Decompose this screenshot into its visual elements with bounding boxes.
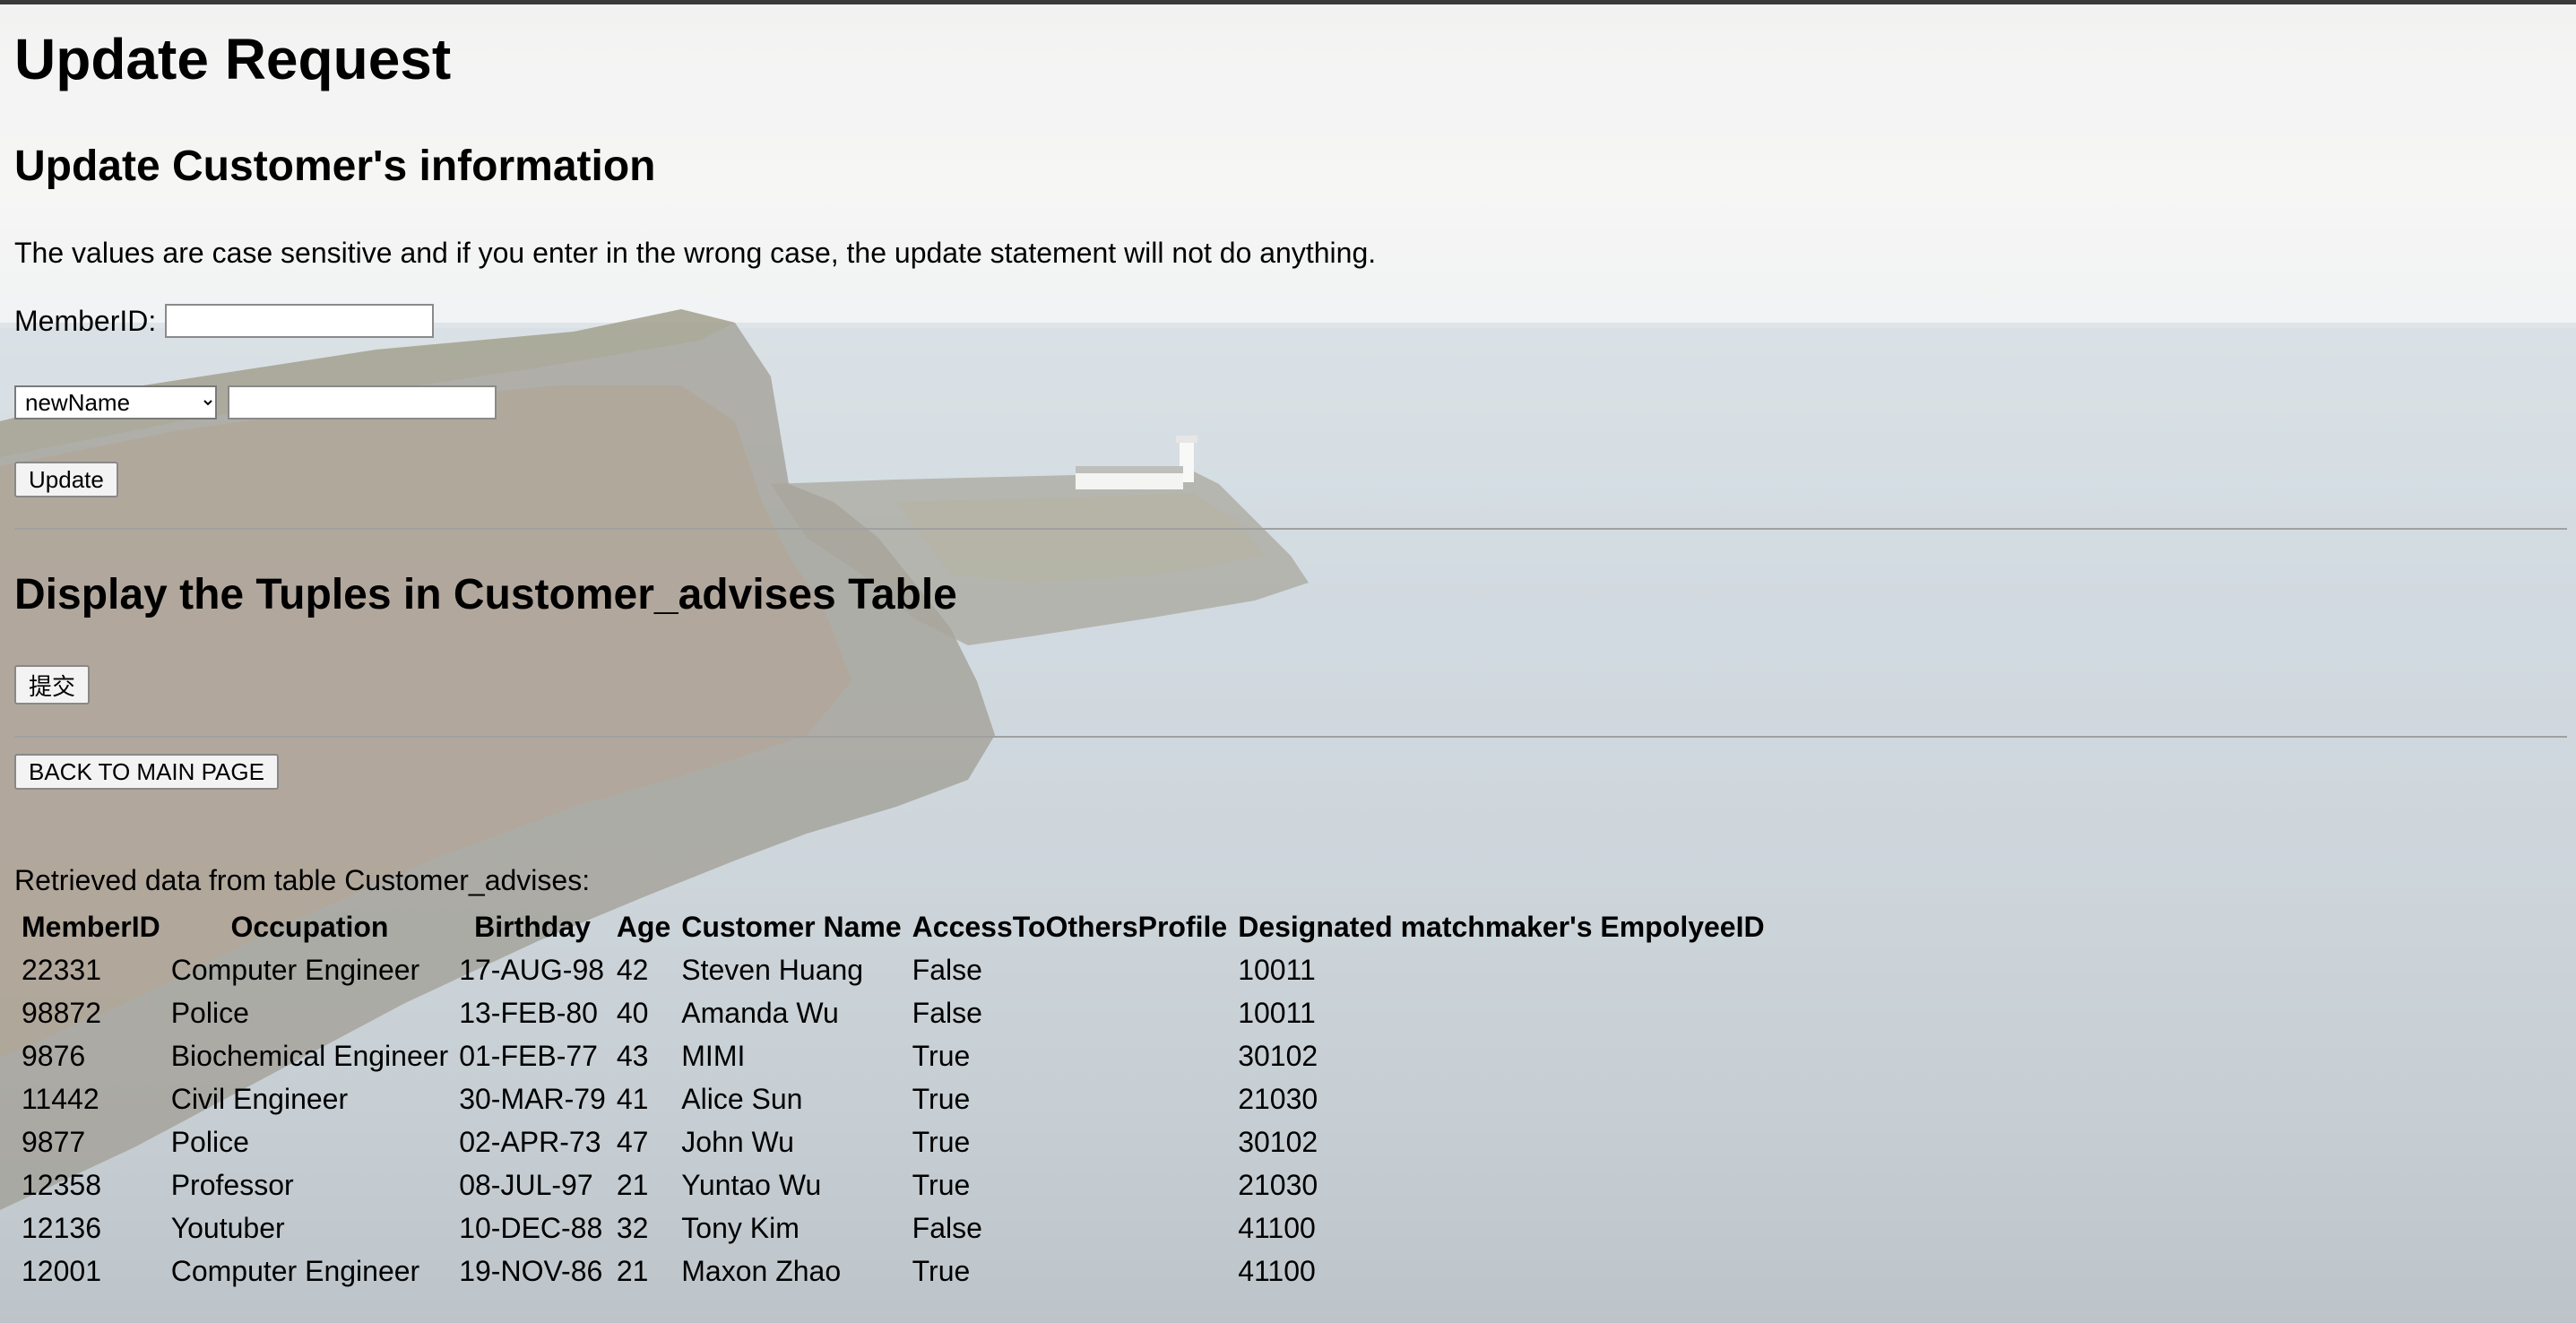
table-row: 12136 Youtuber 10-DEC-88 32 Tony Kim False 411… <box>18 1208 1768 1248</box>
table-row: 12358 Professor 08-JUL-97 21 Yuntao Wu True 21… <box>18 1165 1768 1205</box>
column-header-birthday: Birthday <box>474 911 591 943</box>
column-header-access: AccessToOthersProfile <box>912 911 1228 943</box>
table-cell-access: True <box>912 1126 971 1158</box>
memberid-input[interactable] <box>165 304 435 338</box>
table-cell-occupation: Professor <box>170 1169 294 1201</box>
table-cell-matchmaker-id: 21030 <box>1238 1169 1318 1201</box>
update-button[interactable]: Update <box>14 462 118 497</box>
table-cell-age: 41 <box>616 1083 649 1115</box>
table-cell-birthday: 02-APR-73 <box>459 1126 601 1158</box>
table-cell-birthday: 08-JUL-97 <box>459 1169 593 1201</box>
table-cell-occupation: Biochemical Engineer <box>170 1040 449 1072</box>
table-cell-occupation: Police <box>170 997 249 1029</box>
table-cell-matchmaker-id: 21030 <box>1238 1083 1318 1115</box>
table-cell-age: 21 <box>616 1169 649 1201</box>
table-cell-occupation: Computer Engineer <box>170 954 420 986</box>
window-top-border <box>0 0 2576 4</box>
table-cell-access: True <box>912 1169 971 1201</box>
table-cell-matchmaker-id: 41100 <box>1238 1212 1316 1244</box>
display-submit-row: 提交 <box>14 665 91 705</box>
table-cell-memberid: 12358 <box>22 1169 101 1201</box>
memberid-row: MemberID: <box>14 303 435 339</box>
table-cell-access: True <box>912 1083 971 1115</box>
table-cell-birthday: 17-AUG-98 <box>459 954 605 986</box>
column-header-occupation: Occupation <box>230 911 389 943</box>
table-cell-memberid: 12136 <box>22 1212 101 1244</box>
display-submit-button[interactable]: 提交 <box>14 665 91 705</box>
table-row: 12001 Computer Engineer 19-NOV-86 21 Maxon Z… <box>18 1251 1768 1291</box>
table-cell-matchmaker-id: 30102 <box>1238 1126 1318 1158</box>
table-body: 22331 Computer Engineer 17-AUG-98 42 Steven … <box>18 950 1768 1291</box>
table-cell-matchmaker-id: 10011 <box>1238 997 1316 1029</box>
update-attribute-row: newName <box>14 385 497 419</box>
table-cell-memberid: 22331 <box>22 954 101 986</box>
table-cell-occupation: Civil Engineer <box>170 1083 349 1115</box>
retrieved-data-caption: Retrieved data from table Customer_advis… <box>14 864 591 896</box>
table-cell-matchmaker-id: 41100 <box>1238 1255 1316 1287</box>
update-section-heading: Update Customer's information <box>14 143 656 190</box>
table-cell-birthday: 30-MAR-79 <box>459 1083 606 1115</box>
table-cell-age: 21 <box>616 1255 649 1287</box>
table-cell-memberid: 12001 <box>22 1255 101 1287</box>
table-row: 11442 Civil Engineer 30-MAR-79 41 Alice Sun T… <box>18 1079 1768 1119</box>
column-header-age: Age <box>616 911 671 943</box>
table-cell-access: True <box>912 1255 971 1287</box>
table-cell-matchmaker-id: 30102 <box>1238 1040 1318 1072</box>
table-cell-access: False <box>912 997 982 1029</box>
attribute-select[interactable]: newName <box>14 385 217 419</box>
back-to-main-button[interactable]: BACK TO MAIN PAGE <box>14 754 279 790</box>
memberid-label: MemberID: <box>14 305 157 337</box>
table-cell-birthday: 13-FEB-80 <box>459 997 598 1029</box>
table-row: 9876 Biochemical Engineer 01-FEB-77 43 MIMI T… <box>18 1036 1768 1076</box>
column-header-matchmaker-id: Designated matchmaker's EmpolyeeID <box>1238 911 1765 943</box>
table-cell-memberid: 98872 <box>22 997 101 1029</box>
case-sensitivity-note: The values are case sensitive and if you… <box>14 237 1377 269</box>
table-row: 9877 Police 02-APR-73 47 John Wu True 30102 <box>18 1122 1768 1162</box>
section-divider-2 <box>14 736 2567 738</box>
table-cell-memberid: 9876 <box>22 1040 86 1072</box>
table-cell-matchmaker-id: 10011 <box>1238 954 1316 986</box>
table-cell-age: 42 <box>616 954 649 986</box>
table-cell-memberid: 9877 <box>22 1126 86 1158</box>
table-cell-customer-name: Alice Sun <box>681 1083 803 1115</box>
back-button-row: BACK TO MAIN PAGE <box>14 754 279 790</box>
table-cell-customer-name: MIMI <box>681 1040 746 1072</box>
table-cell-customer-name: Maxon Zhao <box>681 1255 842 1287</box>
table-cell-birthday: 01-FEB-77 <box>459 1040 598 1072</box>
table-cell-access: True <box>912 1040 971 1072</box>
display-section-heading: Display the Tuples in Customer_advises T… <box>14 571 957 618</box>
page-title: Update Request <box>14 27 452 91</box>
column-header-memberid: MemberID <box>22 911 160 943</box>
table-cell-age: 40 <box>616 997 649 1029</box>
customer-advises-table: MemberID Occupation Birthday Age Custome… <box>14 904 1772 1294</box>
column-header-customer-name: Customer Name <box>681 911 902 943</box>
table-cell-age: 43 <box>616 1040 649 1072</box>
table-cell-customer-name: Tony Kim <box>681 1212 800 1244</box>
table-cell-birthday: 19-NOV-86 <box>459 1255 603 1287</box>
table-cell-customer-name: Steven Huang <box>681 954 864 986</box>
table-cell-customer-name: Amanda Wu <box>681 997 839 1029</box>
table-cell-access: False <box>912 954 982 986</box>
table-header-row: MemberID Occupation Birthday Age Custome… <box>18 907 1768 947</box>
table-cell-occupation: Computer Engineer <box>170 1255 420 1287</box>
table-cell-age: 32 <box>616 1212 649 1244</box>
new-value-input[interactable] <box>228 385 497 419</box>
table-cell-age: 47 <box>616 1126 649 1158</box>
table-row: 98872 Police 13-FEB-80 40 Amanda Wu False 1001… <box>18 993 1768 1033</box>
table-cell-access: False <box>912 1212 982 1244</box>
table-cell-occupation: Police <box>170 1126 249 1158</box>
table-cell-customer-name: John Wu <box>681 1126 794 1158</box>
table-cell-customer-name: Yuntao Wu <box>681 1169 822 1201</box>
update-button-row: Update <box>14 462 118 497</box>
table-cell-birthday: 10-DEC-88 <box>459 1212 603 1244</box>
section-divider-1 <box>14 528 2567 530</box>
table-row: 22331 Computer Engineer 17-AUG-98 42 Steven … <box>18 950 1768 990</box>
table-cell-memberid: 11442 <box>22 1083 99 1115</box>
table-cell-occupation: Youtuber <box>170 1212 285 1244</box>
